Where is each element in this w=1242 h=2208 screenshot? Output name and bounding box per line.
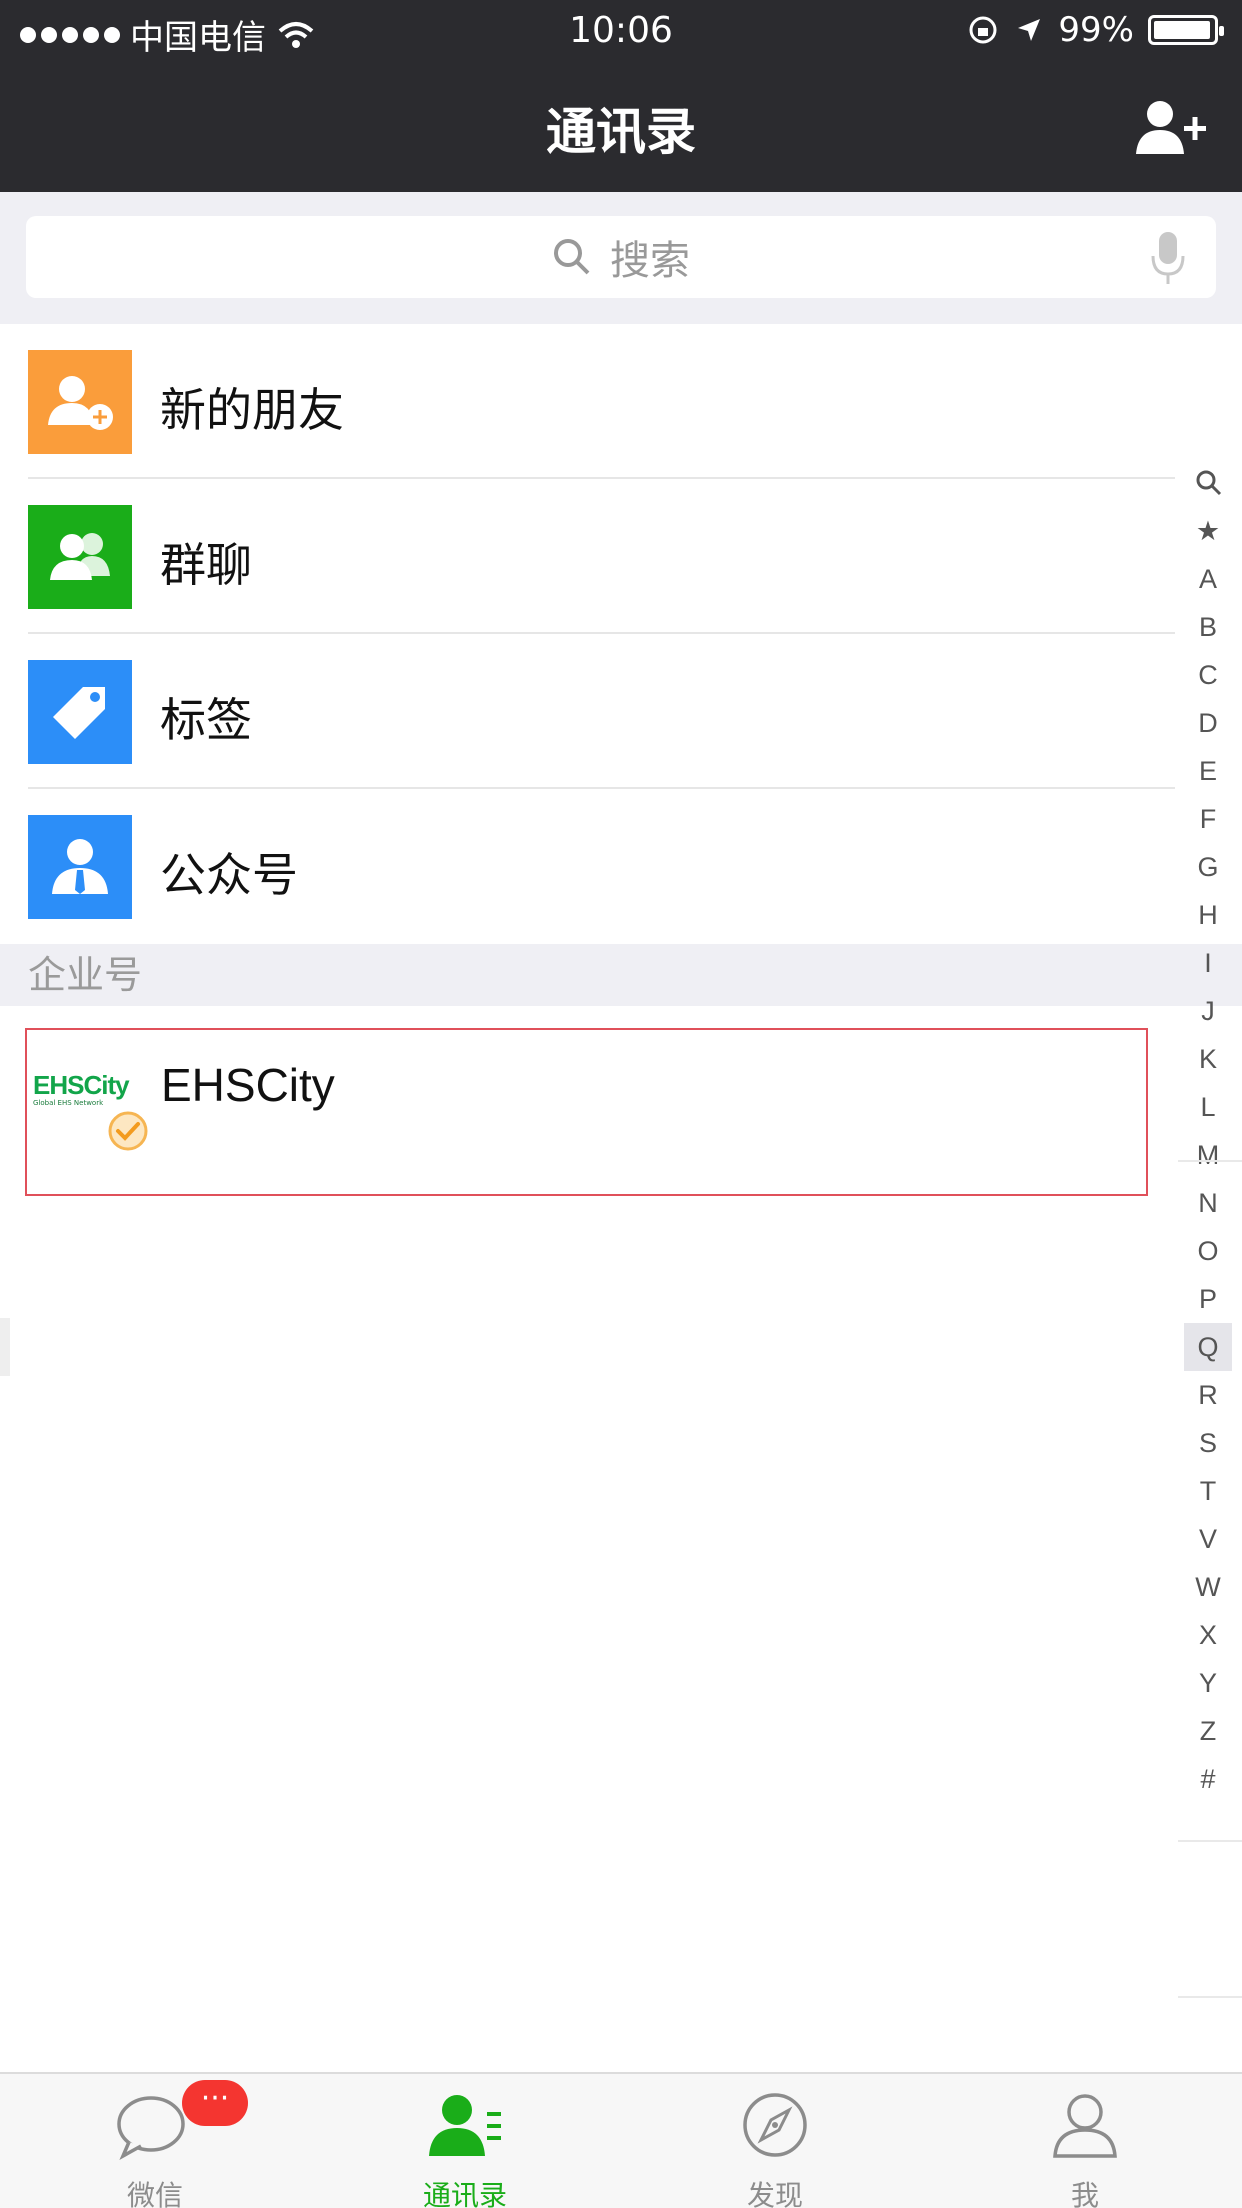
search-inner: 搜索 bbox=[26, 216, 1216, 298]
list-item-official-accounts[interactable]: 公众号 bbox=[0, 789, 1175, 944]
search-input[interactable]: 搜索 bbox=[26, 216, 1216, 298]
index-letter[interactable]: Q bbox=[1184, 1323, 1232, 1371]
status-right: 99% bbox=[966, 10, 1224, 50]
index-letter[interactable]: D bbox=[1184, 699, 1232, 747]
top-bar: 中国电信 10:06 99% 通讯录 bbox=[0, 0, 1242, 192]
verified-check-icon bbox=[108, 1111, 148, 1151]
index-separator bbox=[1178, 1996, 1242, 1998]
index-letter[interactable]: C bbox=[1184, 651, 1232, 699]
contacts-icon bbox=[429, 2095, 501, 2156]
alphabet-index[interactable]: ★ A B C D E F G H I J K L M N O P Q R S T V W X Y Z # bbox=[1184, 507, 1232, 1803]
unread-badge: ··· bbox=[182, 2080, 248, 2126]
list-item-label: 公众号 bbox=[160, 848, 298, 902]
microphone-icon[interactable] bbox=[1148, 230, 1188, 286]
index-separator bbox=[1178, 1160, 1242, 1162]
index-letter[interactable]: T bbox=[1184, 1467, 1232, 1515]
rotation-lock-icon bbox=[969, 16, 997, 44]
list-item-label: 标签 bbox=[160, 693, 252, 747]
tab-label: 发现 bbox=[746, 2179, 803, 2208]
index-letter[interactable]: K bbox=[1184, 1035, 1232, 1083]
tab-me[interactable]: 我 bbox=[930, 2074, 1240, 2208]
ehscity-logo-text: EHSCity bbox=[33, 1070, 130, 1100]
battery-label: 99% bbox=[1058, 10, 1134, 50]
index-letter[interactable]: N bbox=[1184, 1179, 1232, 1227]
index-letter[interactable]: L bbox=[1184, 1083, 1232, 1131]
battery-icon bbox=[1148, 15, 1224, 45]
discover-compass-icon bbox=[743, 2093, 807, 2157]
index-letter[interactable]: V bbox=[1184, 1515, 1232, 1563]
index-letter[interactable]: M bbox=[1184, 1131, 1232, 1179]
tab-discover[interactable]: 发现 bbox=[620, 2074, 930, 2208]
tab-contacts[interactable]: 通讯录 bbox=[310, 2074, 620, 2208]
index-letter[interactable]: H bbox=[1184, 891, 1232, 939]
official-account-icon bbox=[28, 815, 132, 919]
search-area: 搜索 bbox=[0, 192, 1242, 324]
index-letter[interactable]: X bbox=[1184, 1611, 1232, 1659]
index-letter[interactable]: O bbox=[1184, 1227, 1232, 1275]
index-letter[interactable]: S bbox=[1184, 1419, 1232, 1467]
list-item-ehscity[interactable]: EHSCity Global EHS Network EHSCity bbox=[25, 1028, 1148, 1196]
index-letter[interactable]: P bbox=[1184, 1275, 1232, 1323]
index-letter[interactable]: G bbox=[1184, 843, 1232, 891]
group-chat-icon bbox=[28, 505, 132, 609]
tab-chats[interactable]: ··· 微信 bbox=[0, 2074, 310, 2208]
section-header-enterprise: 企业号 bbox=[0, 944, 1242, 1006]
tab-label: 我 bbox=[1070, 2179, 1099, 2208]
index-separator bbox=[1178, 1840, 1242, 1842]
index-letter[interactable]: B bbox=[1184, 603, 1232, 651]
index-letter[interactable]: W bbox=[1184, 1563, 1232, 1611]
status-bar: 中国电信 10:06 99% bbox=[0, 0, 1242, 62]
new-friend-icon bbox=[28, 350, 132, 454]
list-item-new-friends[interactable]: 新的朋友 bbox=[0, 324, 1175, 479]
index-letter[interactable]: Y bbox=[1184, 1659, 1232, 1707]
search-placeholder: 搜索 bbox=[610, 238, 690, 284]
edge-marker bbox=[0, 1318, 10, 1376]
enterprise-name: EHSCity bbox=[161, 1059, 335, 1111]
index-letter[interactable]: E bbox=[1184, 747, 1232, 795]
list-item-label: 群聊 bbox=[160, 538, 252, 592]
tab-bar: ··· 微信 通讯录 发现 我 bbox=[0, 2072, 1242, 2208]
list-item-label: 新的朋友 bbox=[160, 383, 344, 437]
index-letter[interactable]: R bbox=[1184, 1371, 1232, 1419]
index-letter[interactable]: F bbox=[1184, 795, 1232, 843]
index-letter[interactable]: A bbox=[1184, 555, 1232, 603]
index-letter[interactable]: ★ bbox=[1184, 507, 1232, 555]
index-search-icon[interactable] bbox=[1194, 468, 1224, 498]
me-person-icon bbox=[1053, 2094, 1117, 2158]
index-letter[interactable]: J bbox=[1184, 987, 1232, 1035]
list-item-tags[interactable]: 标签 bbox=[0, 634, 1175, 789]
location-arrow-icon bbox=[1018, 19, 1041, 41]
page-title: 通讯录 bbox=[546, 103, 696, 161]
list-item-group-chats[interactable]: 群聊 bbox=[0, 479, 1175, 634]
search-icon bbox=[554, 239, 590, 275]
index-letter[interactable]: # bbox=[1184, 1755, 1232, 1803]
tab-label: 微信 bbox=[126, 2179, 183, 2208]
add-friend-icon[interactable] bbox=[1130, 96, 1210, 160]
ehscity-logo: EHSCity Global EHS Network bbox=[33, 1070, 137, 1110]
tab-label: 通讯录 bbox=[422, 2179, 507, 2208]
index-letter[interactable]: I bbox=[1184, 939, 1232, 987]
tag-icon bbox=[28, 660, 132, 764]
index-letter[interactable]: Z bbox=[1184, 1707, 1232, 1755]
